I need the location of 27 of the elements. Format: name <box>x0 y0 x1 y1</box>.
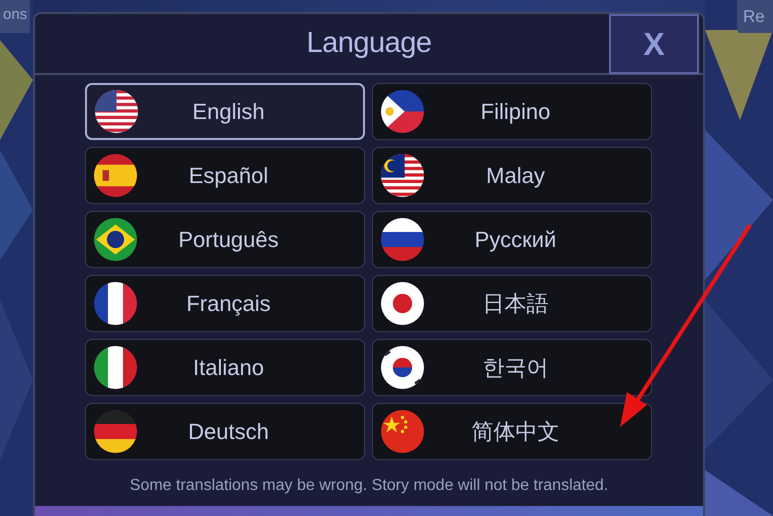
spain-flag-icon <box>94 154 137 197</box>
russia-flag-icon <box>381 218 424 261</box>
china-flag-icon <box>381 410 424 453</box>
language-button[interactable]: Русский <box>372 211 652 268</box>
language-button[interactable]: Deutsch <box>85 403 365 460</box>
disclaimer-text: Some translations may be wrong. Story mode will not be translated. <box>128 476 610 496</box>
dialog-title: Language <box>306 26 432 61</box>
language-button[interactable]: Français <box>85 275 365 332</box>
language-button[interactable]: 日本語 <box>372 275 652 332</box>
language-button[interactable]: Malay <box>372 147 652 204</box>
language-button[interactable]: 简体中文 <box>372 403 652 460</box>
brazil-flag-icon <box>94 218 137 261</box>
language-button[interactable]: English <box>85 83 365 140</box>
close-button[interactable]: X <box>609 14 699 74</box>
language-button[interactable]: Español <box>85 147 365 204</box>
italy-flag-icon <box>94 346 137 389</box>
germany-flag-icon <box>94 410 137 453</box>
korea-flag-icon <box>381 346 424 389</box>
us-flag-icon <box>95 90 138 133</box>
language-button[interactable]: Português <box>85 211 365 268</box>
malaysia-flag-icon <box>381 154 424 197</box>
language-button[interactable]: Filipino <box>372 83 652 140</box>
language-button[interactable]: Italiano <box>85 339 365 396</box>
france-flag-icon <box>94 282 137 325</box>
philippines-flag-icon <box>381 90 424 133</box>
japan-flag-icon <box>381 282 424 325</box>
language-button[interactable]: 한국어 <box>372 339 652 396</box>
